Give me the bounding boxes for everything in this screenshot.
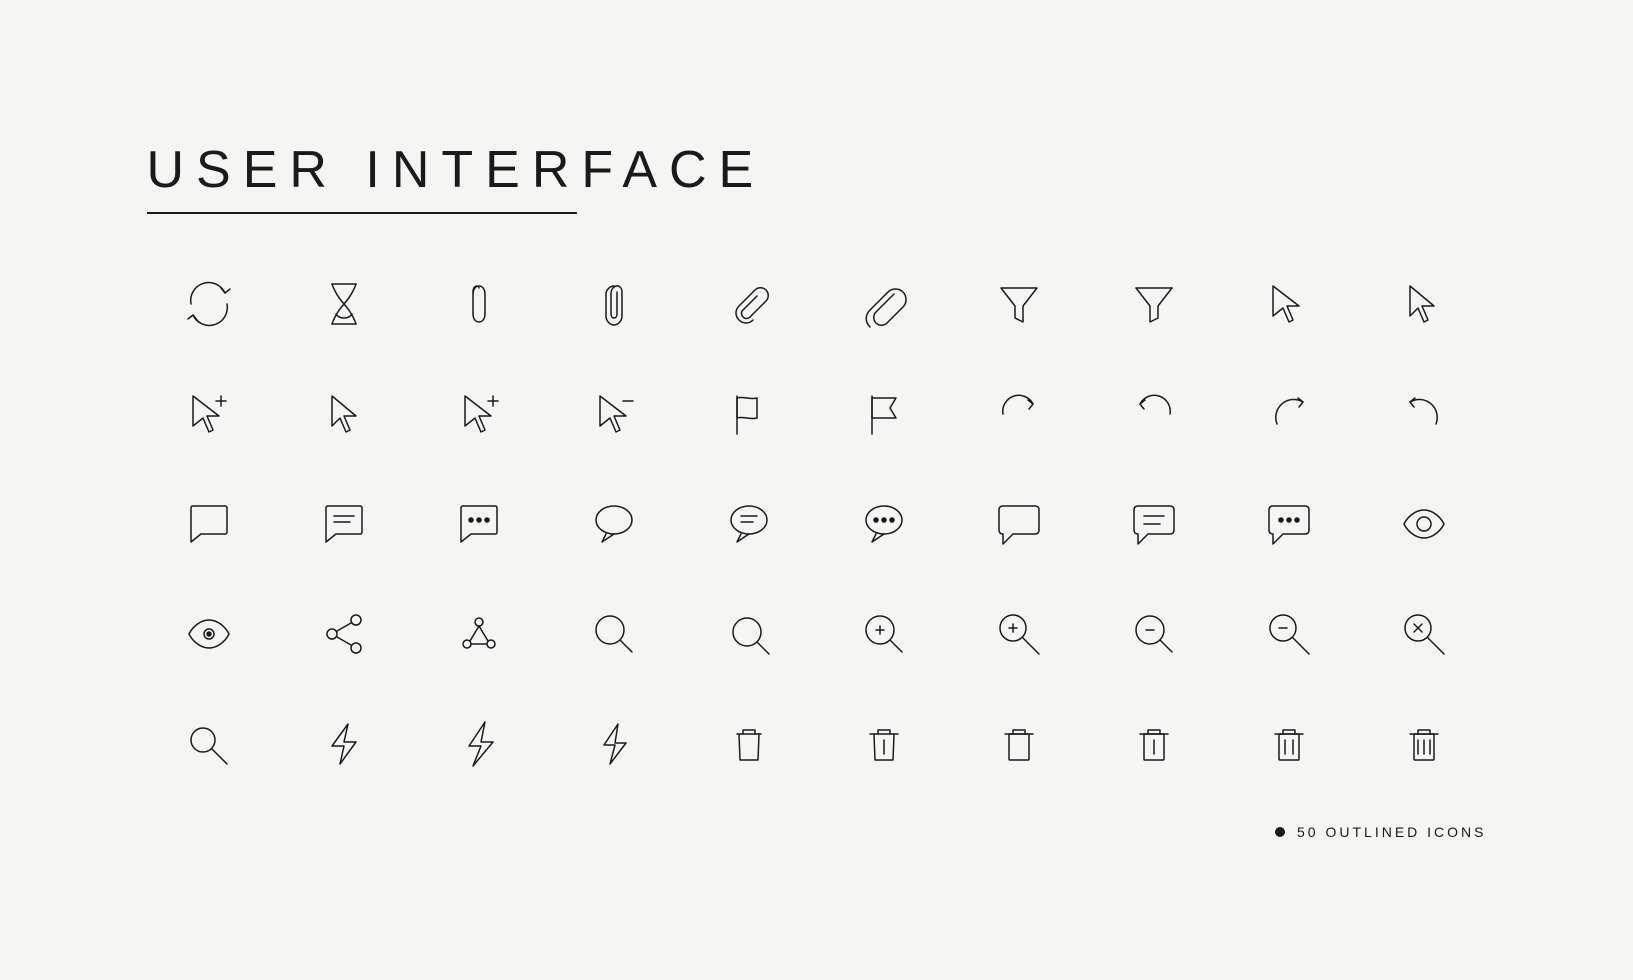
chat-dots-icon — [417, 484, 542, 564]
main-container: USER INTERFACE — [67, 80, 1567, 900]
eye2-icon — [147, 594, 272, 674]
search-diagonal-icon — [687, 594, 812, 674]
icons-grid — [147, 264, 1487, 784]
paperclip-vertical2-icon — [552, 264, 677, 344]
eye-icon — [1362, 484, 1487, 564]
lightning3-icon — [552, 704, 677, 784]
search-plus-icon — [822, 594, 947, 674]
refresh-icon — [147, 264, 272, 344]
footer: 50 OUTLINED ICONS — [147, 824, 1487, 840]
search-minus-icon — [1092, 594, 1217, 674]
cursor-icon — [1227, 264, 1352, 344]
search-icon — [552, 594, 677, 674]
trash3-icon — [957, 704, 1082, 784]
filter-outline-icon — [1092, 264, 1217, 344]
chat-dots3-icon — [1227, 484, 1352, 564]
rotate-ccw-icon — [1092, 374, 1217, 454]
paperclip-vertical-icon — [417, 264, 542, 344]
cursor-minus-icon — [552, 374, 677, 454]
network-icon — [417, 594, 542, 674]
search-minus2-icon — [1227, 594, 1352, 674]
trash4-icon — [1092, 704, 1217, 784]
paperclip-diagonal-icon — [687, 264, 812, 344]
share-icon — [282, 594, 407, 674]
trash6-icon — [1362, 704, 1487, 784]
trash1-icon — [687, 704, 812, 784]
chat-lines2-icon — [687, 484, 812, 564]
cursor-plus-icon — [147, 374, 272, 454]
cursor-arrow-icon — [282, 374, 407, 454]
search-x-icon — [1362, 594, 1487, 674]
chat-lines3-icon — [1092, 484, 1217, 564]
chat-lines-icon — [282, 484, 407, 564]
hourglass-icon — [282, 264, 407, 344]
lightning2-icon — [417, 704, 542, 784]
chat-large-icon — [957, 484, 1082, 564]
page-title: USER INTERFACE — [147, 140, 1487, 200]
title-section: USER INTERFACE — [147, 140, 1487, 214]
flag-filled-icon — [822, 374, 947, 454]
chat-bubble-icon — [147, 484, 272, 564]
title-underline — [147, 212, 577, 214]
paperclip-diagonal2-icon — [822, 264, 947, 344]
search-small-icon — [147, 704, 272, 784]
trash2-icon — [822, 704, 947, 784]
undo-icon — [1362, 374, 1487, 454]
filter-icon — [957, 264, 1082, 344]
cursor-outline-icon — [1362, 264, 1487, 344]
chat-oval-icon — [552, 484, 677, 564]
trash5-icon — [1227, 704, 1352, 784]
redo-icon — [1227, 374, 1352, 454]
flag-waving-icon — [687, 374, 812, 454]
cursor-add-icon — [417, 374, 542, 454]
lightning1-icon — [282, 704, 407, 784]
search-plus2-icon — [957, 594, 1082, 674]
chat-dots2-icon — [822, 484, 947, 564]
rotate-cw-icon — [957, 374, 1082, 454]
footer-text: 50 OUTLINED ICONS — [1297, 824, 1486, 840]
footer-dot — [1275, 827, 1285, 837]
